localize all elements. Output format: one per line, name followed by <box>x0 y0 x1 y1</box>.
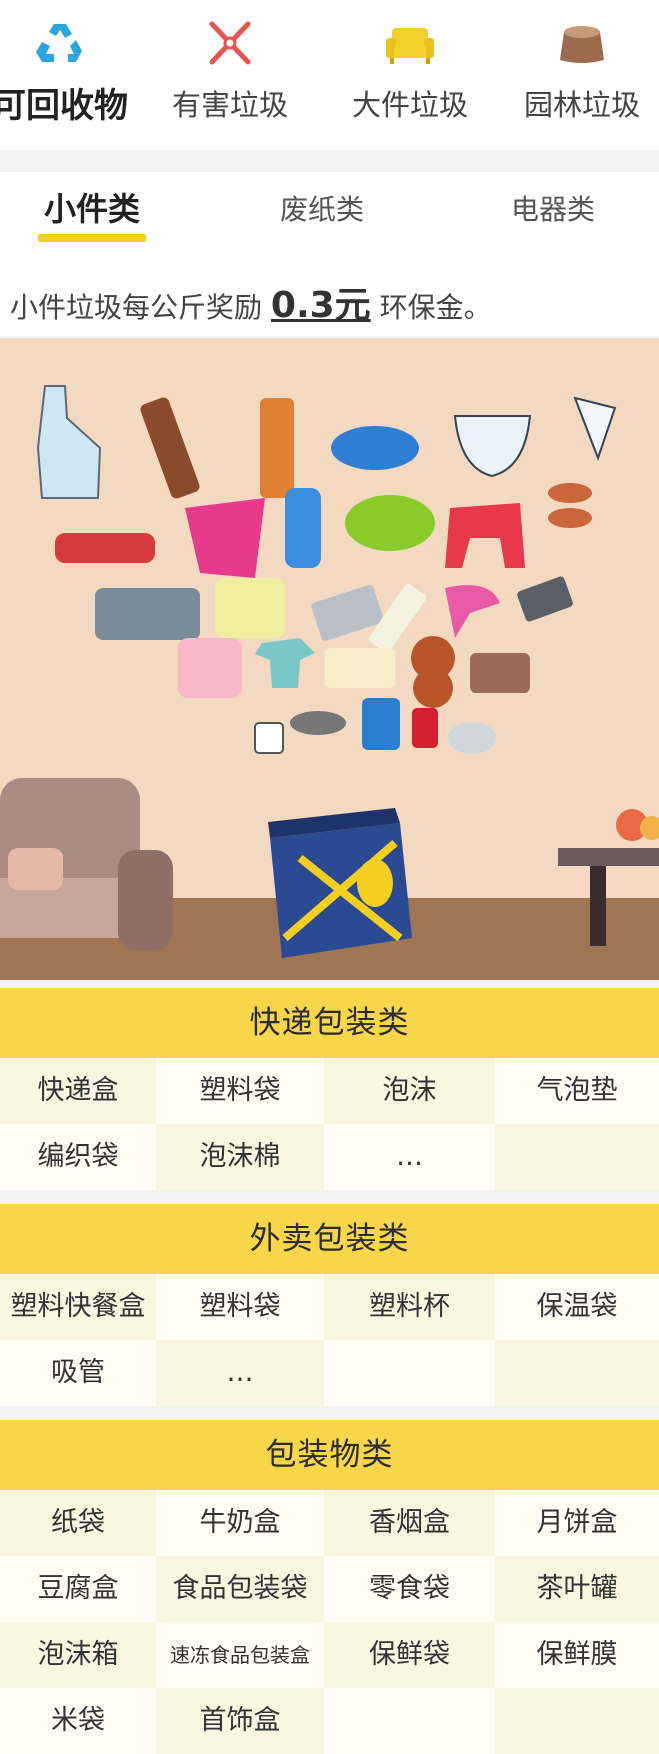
hazard-x-icon <box>209 21 251 65</box>
category-recyclable[interactable]: 可回收物 <box>0 0 150 150</box>
active-tab-indicator <box>38 234 146 242</box>
item-cell: 豆腐盒 <box>0 1556 156 1622</box>
items-grid: 塑料快餐盒 塑料袋 塑料杯 保温袋 吸管 … <box>0 1274 659 1406</box>
category-garden[interactable]: 园林垃圾 <box>492 0 659 150</box>
category-hazardous[interactable]: 有害垃圾 <box>140 0 320 150</box>
item-cell <box>324 1340 495 1406</box>
small-items-illustration <box>0 338 659 980</box>
tab-small-items[interactable]: 小件类 <box>0 184 192 230</box>
item-cell: 塑料快餐盒 <box>0 1274 156 1340</box>
item-cell: 月饼盒 <box>495 1490 659 1556</box>
section-title: 包装物类 <box>0 1420 659 1490</box>
item-categories: 快递包装类 快递盒 塑料袋 泡沫 气泡垫 编织袋 泡沫棉 … 外卖包装类 塑料快… <box>0 988 659 1754</box>
item-cell <box>495 1124 659 1190</box>
sofa-icon <box>386 28 434 64</box>
category-label: 可回收物 <box>0 86 128 126</box>
reward-info: 小件垃圾每公斤奖励 0.3元 环保金。 <box>0 262 659 336</box>
item-cell: 牛奶盒 <box>156 1490 324 1556</box>
reward-amount: 0.3元 <box>270 285 371 326</box>
reward-text: 小件垃圾每公斤奖励 0.3元 环保金。 <box>10 276 492 328</box>
item-cell: 纸袋 <box>0 1490 156 1556</box>
items-grid: 快递盒 塑料袋 泡沫 气泡垫 编织袋 泡沫棉 … <box>0 1058 659 1190</box>
recycle-icon <box>36 24 82 62</box>
item-cell: 米袋 <box>0 1688 156 1754</box>
item-cell: 泡沫棉 <box>156 1124 324 1190</box>
section-title: 外卖包装类 <box>0 1204 659 1274</box>
tab-waste-paper[interactable]: 废纸类 <box>222 188 422 228</box>
sub-tab-bar: 小件类 废纸类 电器类 <box>0 172 659 262</box>
item-cell: … <box>156 1340 324 1406</box>
item-cell: 塑料袋 <box>156 1058 324 1124</box>
category-nav: 可回收物 有害垃圾 大件垃圾 园林垃圾 <box>0 0 659 150</box>
category-section: 快递包装类 快递盒 塑料袋 泡沫 气泡垫 编织袋 泡沫棉 … <box>0 988 659 1190</box>
item-cell: 泡沫 <box>324 1058 495 1124</box>
reward-prefix: 小件垃圾每公斤奖励 <box>10 291 271 324</box>
reward-suffix: 环保金。 <box>370 291 492 324</box>
item-cell <box>495 1340 659 1406</box>
category-label: 有害垃圾 <box>171 88 288 122</box>
tab-appliances[interactable]: 电器类 <box>453 188 653 228</box>
item-cell: 吸管 <box>0 1340 156 1406</box>
tree-stump-icon <box>560 26 604 63</box>
item-cell <box>495 1688 659 1754</box>
item-cell <box>324 1688 495 1754</box>
item-cell: 茶叶罐 <box>495 1556 659 1622</box>
category-label: 园林垃圾 <box>523 88 640 122</box>
item-cell: … <box>324 1124 495 1190</box>
category-label: 大件垃圾 <box>351 88 468 122</box>
item-cell: 塑料袋 <box>156 1274 324 1340</box>
item-cell: 气泡垫 <box>495 1058 659 1124</box>
item-cell: 保温袋 <box>495 1274 659 1340</box>
item-cell: 编织袋 <box>0 1124 156 1190</box>
trash-bin-illustration <box>268 808 412 958</box>
item-cell: 保鲜袋 <box>324 1622 495 1688</box>
category-bulky[interactable]: 大件垃圾 <box>320 0 500 150</box>
item-cell: 零食袋 <box>324 1556 495 1622</box>
category-section: 包装物类 纸袋 牛奶盒 香烟盒 月饼盒 豆腐盒 食品包装袋 零食袋 茶叶罐 泡沫… <box>0 1420 659 1754</box>
item-cell: 快递盒 <box>0 1058 156 1124</box>
section-title: 快递包装类 <box>0 988 659 1058</box>
item-cell: 塑料杯 <box>324 1274 495 1340</box>
item-cell: 香烟盒 <box>324 1490 495 1556</box>
item-cell: 泡沫箱 <box>0 1622 156 1688</box>
item-cell: 保鲜膜 <box>495 1622 659 1688</box>
item-cell: 首饰盒 <box>156 1688 324 1754</box>
category-section: 外卖包装类 塑料快餐盒 塑料袋 塑料杯 保温袋 吸管 … <box>0 1204 659 1406</box>
item-cell: 食品包装袋 <box>156 1556 324 1622</box>
item-cell: 速冻食品包装盒 <box>156 1622 324 1688</box>
items-grid: 纸袋 牛奶盒 香烟盒 月饼盒 豆腐盒 食品包装袋 零食袋 茶叶罐 泡沫箱 速冻食… <box>0 1490 659 1754</box>
